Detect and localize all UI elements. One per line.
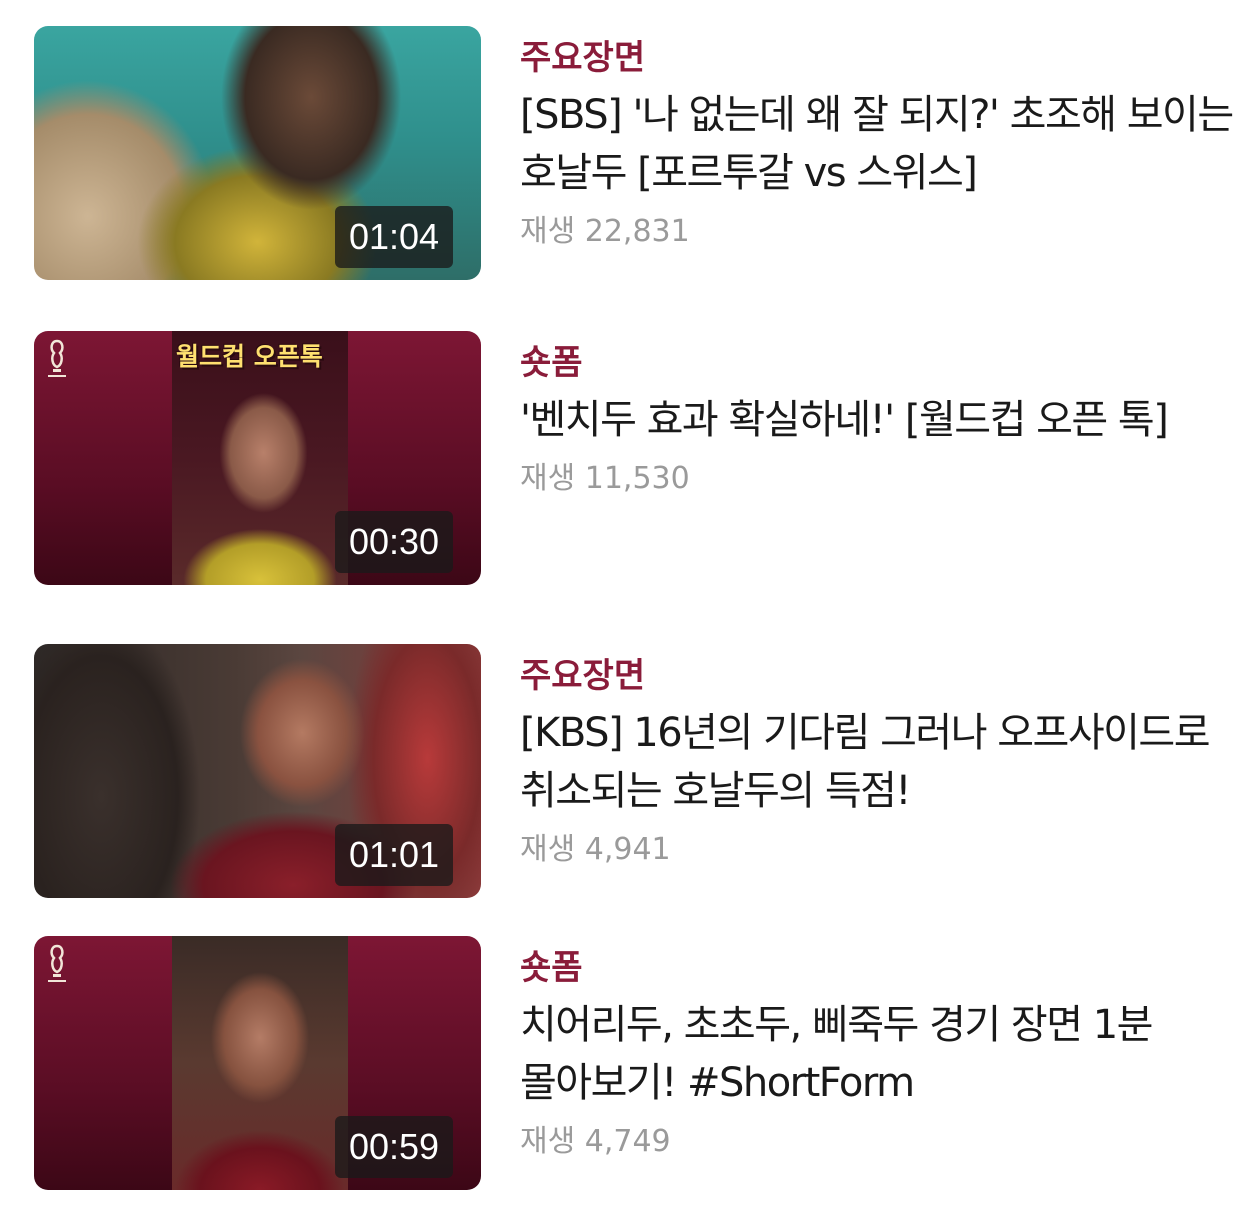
video-item-1[interactable]: 01:04 주요장면 [SBS] '나 없는데 왜 잘 되지?' 초조해 보이는… [34, 26, 1234, 282]
world-cup-logo-icon [48, 944, 66, 982]
duration-badge: 00:30 [335, 511, 453, 573]
video-item-3[interactable]: 01:01 주요장면 [KBS] 16년의 기다림 그러나 오프사이드로 취소되… [34, 644, 1234, 900]
world-cup-logo-icon [48, 339, 66, 377]
video-meta: 숏폼 '벤치두 효과 확실하네!' [월드컵 오픈 톡] 재생 11,530 [520, 341, 1234, 499]
video-meta: 주요장면 [KBS] 16년의 기다림 그러나 오프사이드로 취소되는 호날두의… [520, 654, 1234, 870]
view-count: 재생 4,941 [520, 832, 671, 867]
poster-title: 월드컵 오픈톡 [176, 342, 323, 371]
poster-image: 월드컵 오픈톡 [172, 331, 348, 585]
duration-badge: 01:04 [335, 206, 453, 268]
video-thumbnail[interactable]: 월드컵 오픈톡 00:30 [34, 331, 481, 585]
video-thumbnail[interactable]: 00:59 [34, 936, 481, 1190]
video-category: 숏폼 [520, 343, 583, 383]
video-item-2[interactable]: 월드컵 오픈톡 00:30 숏폼 '벤치두 효과 확실하네!' [월드컵 오픈 … [34, 331, 1234, 587]
poster-image [172, 936, 348, 1190]
video-meta: 숏폼 치어리두, 초초두, 삐죽두 경기 장면 1분 몰아보기! #ShortF… [520, 946, 1234, 1162]
duration-badge: 00:59 [335, 1116, 453, 1178]
video-title[interactable]: '벤치두 효과 확실하네!' [월드컵 오픈 톡] [520, 391, 1234, 449]
video-meta: 주요장면 [SBS] '나 없는데 왜 잘 되지?' 초조해 보이는 호날두 [… [520, 36, 1234, 252]
video-category: 주요장면 [520, 38, 646, 78]
video-title[interactable]: [KBS] 16년의 기다림 그러나 오프사이드로 취소되는 호날두의 득점! [520, 704, 1234, 820]
video-thumbnail[interactable]: 01:01 [34, 644, 481, 898]
video-item-4[interactable]: 00:59 숏폼 치어리두, 초초두, 삐죽두 경기 장면 1분 몰아보기! #… [34, 936, 1234, 1192]
video-title[interactable]: [SBS] '나 없는데 왜 잘 되지?' 초조해 보이는 호날두 [포르투갈 … [520, 86, 1234, 202]
view-count: 재생 22,831 [520, 214, 690, 249]
video-thumbnail[interactable]: 01:04 [34, 26, 481, 280]
duration-badge: 01:01 [335, 824, 453, 886]
view-count: 재생 4,749 [520, 1124, 671, 1159]
video-category: 숏폼 [520, 948, 583, 988]
view-count: 재생 11,530 [520, 461, 690, 496]
video-title[interactable]: 치어리두, 초초두, 삐죽두 경기 장면 1분 몰아보기! #ShortForm [520, 996, 1234, 1112]
video-category: 주요장면 [520, 656, 646, 696]
